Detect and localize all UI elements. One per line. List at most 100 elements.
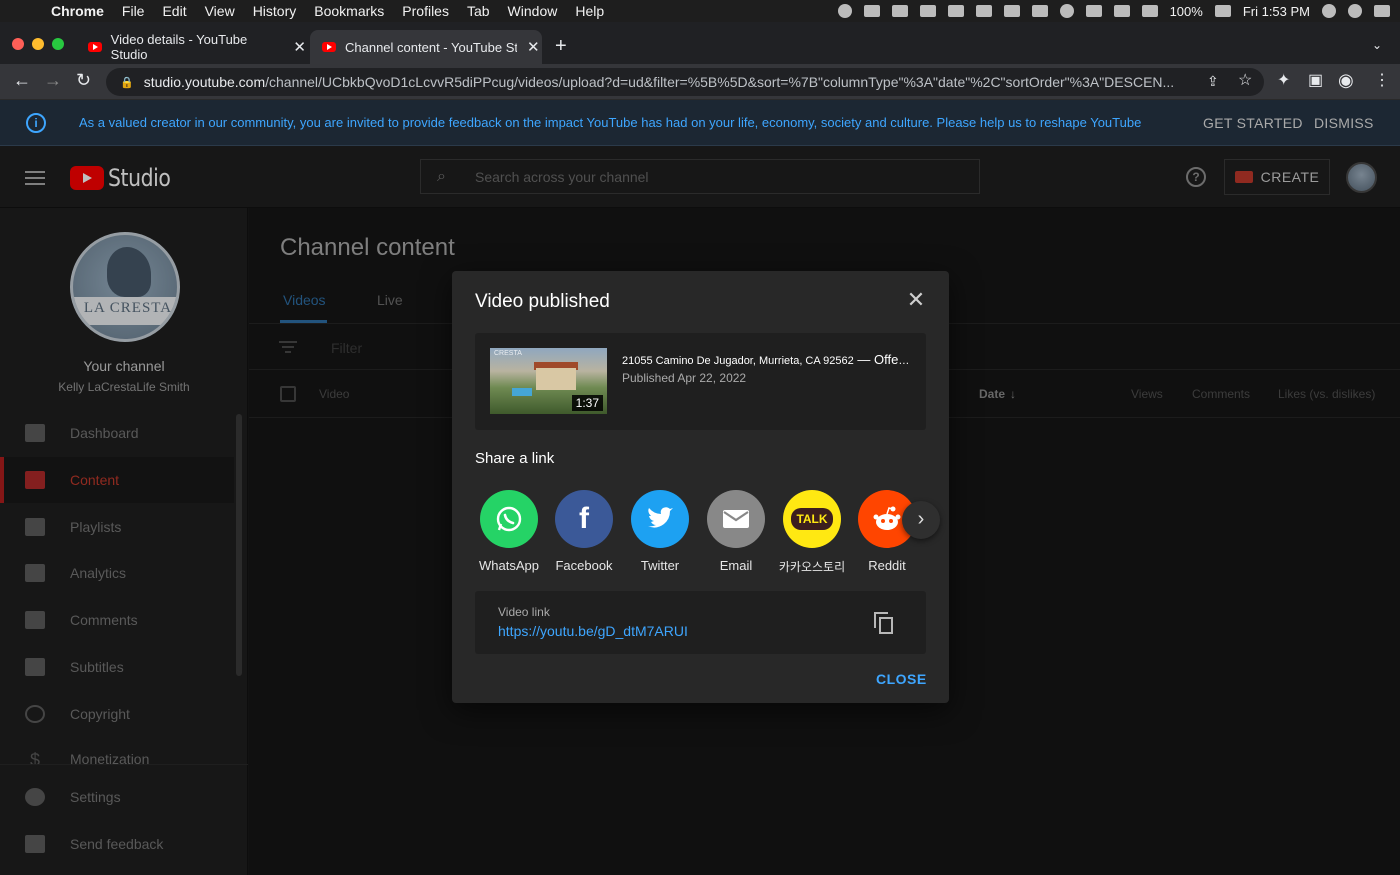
- banner-message: As a valued creator in our community, yo…: [79, 115, 1142, 130]
- back-arrow-icon[interactable]: ←: [13, 70, 31, 91]
- menu-app-name[interactable]: Chrome: [42, 3, 113, 19]
- menu-profiles[interactable]: Profiles: [393, 3, 458, 19]
- lock-icon[interactable]: [1003, 5, 1020, 17]
- thumbnail-watermark: CRESTA: [494, 350, 522, 357]
- share-kakaostory[interactable]: TALK 카카오스토리: [774, 490, 850, 575]
- menu-window[interactable]: Window: [499, 3, 567, 19]
- info-icon: i: [26, 113, 46, 133]
- tab-search-chevron-icon[interactable]: ⌄: [1372, 38, 1382, 52]
- status-tray: 100% Fri 1:53 PM: [837, 0, 1390, 22]
- address-bar[interactable]: 🔒 studio.youtube.com /channel/UCbkbQvoD1…: [106, 68, 1264, 96]
- creative-cloud-icon[interactable]: [837, 4, 852, 18]
- reload-icon[interactable]: ↻: [76, 70, 91, 91]
- close-button[interactable]: CLOSE: [876, 671, 927, 687]
- menu-bookmarks[interactable]: Bookmarks: [305, 3, 393, 19]
- get-started-button[interactable]: GET STARTED: [1203, 115, 1303, 131]
- published-video-card: CRESTA 1:37 21055 Camino De Jugador, Mur…: [475, 333, 926, 430]
- window-close-button[interactable]: [12, 38, 24, 50]
- share-label: WhatsApp: [479, 558, 539, 573]
- youtube-favicon-icon: [322, 42, 336, 52]
- browser-toolbar: ← → ↻ 🔒 studio.youtube.com /channel/UCbk…: [0, 64, 1400, 100]
- share-next-chevron-icon[interactable]: ›: [902, 501, 940, 539]
- share-label: Email: [719, 558, 753, 573]
- sync-icon[interactable]: [975, 5, 992, 17]
- kakao-talk-icon: TALK: [783, 490, 841, 548]
- share-label: Reddit: [868, 558, 906, 573]
- email-envelope-icon: [707, 490, 765, 548]
- video-title-tail: — Offered ...: [857, 352, 912, 367]
- menu-edit[interactable]: Edit: [153, 3, 195, 19]
- video-duration: 1:37: [571, 395, 603, 411]
- youtube-favicon-icon: [88, 42, 102, 52]
- drive-icon[interactable]: [919, 5, 936, 17]
- share-label: 카카오스토리: [778, 560, 846, 574]
- extensions-puzzle-icon[interactable]: ✦: [1277, 70, 1290, 90]
- new-tab-button[interactable]: +: [555, 35, 567, 58]
- video-link-label: Video link: [498, 605, 550, 619]
- share-label: Facebook: [555, 558, 613, 573]
- bolt-icon[interactable]: [1031, 5, 1048, 17]
- twitter-bird-icon: [631, 490, 689, 548]
- forward-arrow-icon[interactable]: →: [44, 70, 62, 91]
- bookmark-star-icon[interactable]: ☆: [1238, 70, 1252, 90]
- side-panel-icon[interactable]: ▣: [1308, 70, 1323, 90]
- video-title-main: 21055 Camino De Jugador, Murrieta, CA 92…: [622, 355, 854, 367]
- video-title: 21055 Camino De Jugador, Murrieta, CA 92…: [622, 352, 912, 367]
- menu-history[interactable]: History: [244, 3, 306, 19]
- thumb-pool: [512, 388, 532, 396]
- facebook-icon: f: [555, 490, 613, 548]
- video-link-url[interactable]: https://youtu.be/gD_dtM7ARUI: [498, 623, 688, 639]
- macos-menu-bar: Chrome File Edit View History Bookmarks …: [0, 0, 1400, 22]
- browser-tab-strip: Video details - YouTube Studio ✕ Channel…: [0, 22, 1400, 64]
- wifi-icon[interactable]: [1113, 5, 1130, 17]
- published-date: Published Apr 22, 2022: [622, 371, 747, 385]
- copy-icon[interactable]: [874, 612, 894, 634]
- window-minimize-button[interactable]: [32, 38, 44, 50]
- kebab-menu-icon[interactable]: ⋮: [1374, 70, 1390, 90]
- dismiss-button[interactable]: DISMISS: [1314, 115, 1374, 131]
- tab-title: Video details - YouTube Studio: [110, 32, 248, 62]
- browser-tab-video-details[interactable]: Video details - YouTube Studio ✕: [88, 30, 306, 64]
- battery-icon[interactable]: [1214, 5, 1231, 17]
- tab-close-icon[interactable]: ✕: [527, 38, 540, 56]
- share-email[interactable]: Email: [698, 490, 774, 573]
- url-path: /channel/UCbkbQvoD1cLcvvR5diPPcug/videos…: [265, 74, 1175, 90]
- menu-clock[interactable]: Fri 1:53 PM: [1243, 4, 1310, 19]
- profile-avatar-icon[interactable]: ◉: [1338, 70, 1354, 91]
- share-facebook[interactable]: f Facebook: [546, 490, 622, 573]
- menu-view[interactable]: View: [196, 3, 244, 19]
- tab-title: Channel content - YouTube Stu: [345, 39, 517, 55]
- thumb-house: [536, 368, 576, 390]
- share-twitter[interactable]: Twitter: [622, 490, 698, 573]
- volume-icon[interactable]: [1141, 5, 1158, 17]
- video-thumbnail[interactable]: CRESTA 1:37: [490, 348, 607, 414]
- dialog-title: Video published: [475, 291, 610, 312]
- window-zoom-button[interactable]: [52, 38, 64, 50]
- kakao-glyph: TALK: [791, 508, 833, 530]
- menu-file[interactable]: File: [113, 3, 154, 19]
- battery-percent: 100%: [1169, 3, 1203, 19]
- menu-tab[interactable]: Tab: [458, 3, 499, 19]
- menu-help[interactable]: Help: [566, 3, 613, 19]
- spotlight-search-icon[interactable]: [1322, 4, 1336, 18]
- control-center-icon[interactable]: [1374, 5, 1390, 17]
- siri-icon[interactable]: [1348, 4, 1362, 18]
- cloud-icon[interactable]: [863, 5, 880, 17]
- time-machine-icon[interactable]: [1059, 4, 1074, 18]
- share-icon[interactable]: ⇪: [1207, 73, 1219, 90]
- close-icon[interactable]: ✕: [904, 289, 928, 313]
- lock-icon[interactable]: 🔒: [120, 76, 134, 89]
- tray-app-icon[interactable]: [947, 5, 964, 17]
- url-host: studio.youtube.com: [143, 74, 266, 90]
- video-published-dialog: Video published ✕ CRESTA 1:37 21055 Cami…: [452, 271, 949, 703]
- tab-close-icon[interactable]: ✕: [293, 38, 306, 56]
- video-link-box: Video link https://youtu.be/gD_dtM7ARUI: [475, 591, 926, 654]
- share-label: Twitter: [640, 558, 680, 573]
- cloud-sync-icon[interactable]: [891, 5, 908, 17]
- feedback-banner: i As a valued creator in our community, …: [0, 100, 1400, 146]
- whatsapp-icon: [480, 490, 538, 548]
- bluetooth-icon[interactable]: [1085, 5, 1102, 17]
- browser-tab-channel-content[interactable]: Channel content - YouTube Stu ✕: [310, 30, 542, 64]
- share-heading: Share a link: [475, 450, 555, 467]
- share-whatsapp[interactable]: WhatsApp: [471, 490, 547, 573]
